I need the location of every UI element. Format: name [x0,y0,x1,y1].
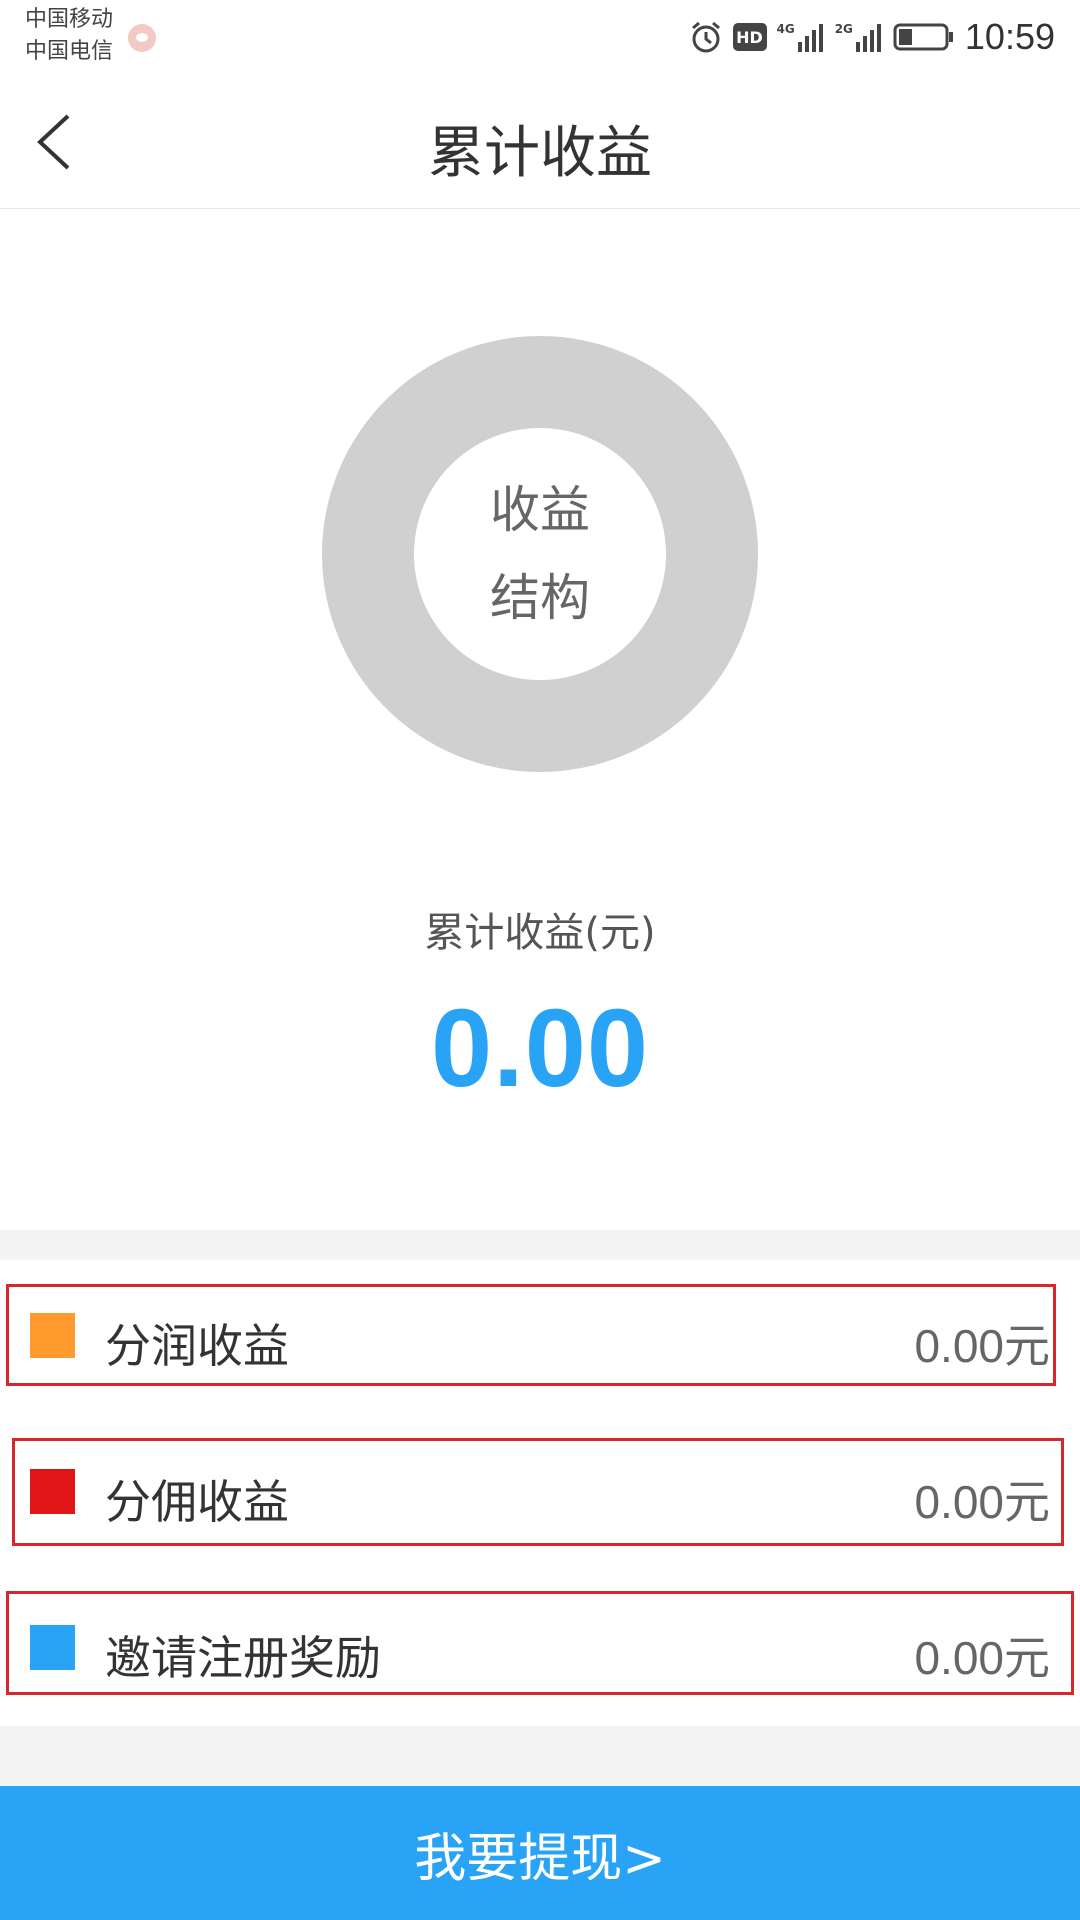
carrier-1: 中国移动 [25,7,114,32]
status-icons: HD 4G 2G 10:59 [689,14,1055,60]
signal-icon-1: 4G [777,22,825,52]
bottom-spacer [0,1726,1080,1786]
hd-icon: HD [732,23,767,51]
header-bar: 累计收益 [0,72,1080,209]
withdraw-button[interactable]: 我要提现> [0,1786,1080,1920]
donut-center-label-2: 结构 [490,569,590,627]
status-bar: 中国移动 中国电信 HD 4G 2G 10:59 [0,0,1080,72]
total-income-value: 0.00 [430,987,650,1110]
income-row-commission[interactable]: 分佣收益 0.00元 [0,1416,1080,1573]
signal-icon-2: 2G [835,22,883,52]
red-swatch-icon [30,1469,75,1514]
blue-swatch-icon [30,1625,75,1670]
income-row-label: 分佣收益 [105,1475,289,1529]
alarm-icon [689,20,723,54]
donut-center: 收益 结构 [414,428,666,680]
battery-icon [893,22,955,52]
carrier-2: 中国电信 [25,39,114,64]
income-row-value: 0.00元 [914,1475,1050,1529]
clock: 10:59 [964,16,1055,57]
income-structure-donut: 收益 结构 [322,336,758,772]
income-row-label: 分润收益 [105,1319,289,1373]
income-row-value: 0.00元 [914,1319,1050,1373]
orange-swatch-icon [30,1313,75,1358]
total-income-label: 累计收益(元) [424,910,656,956]
weibo-notification-icon [128,24,156,52]
section-divider [0,1230,1080,1260]
donut-center-label-1: 收益 [490,481,590,539]
income-row-invite-reward[interactable]: 邀请注册奖励 0.00元 [0,1572,1080,1729]
income-row-value: 0.00元 [914,1631,1050,1685]
income-row-profit-share[interactable]: 分润收益 0.00元 [0,1260,1080,1417]
page-title: 累计收益 [428,121,652,186]
income-row-label: 邀请注册奖励 [105,1631,381,1685]
